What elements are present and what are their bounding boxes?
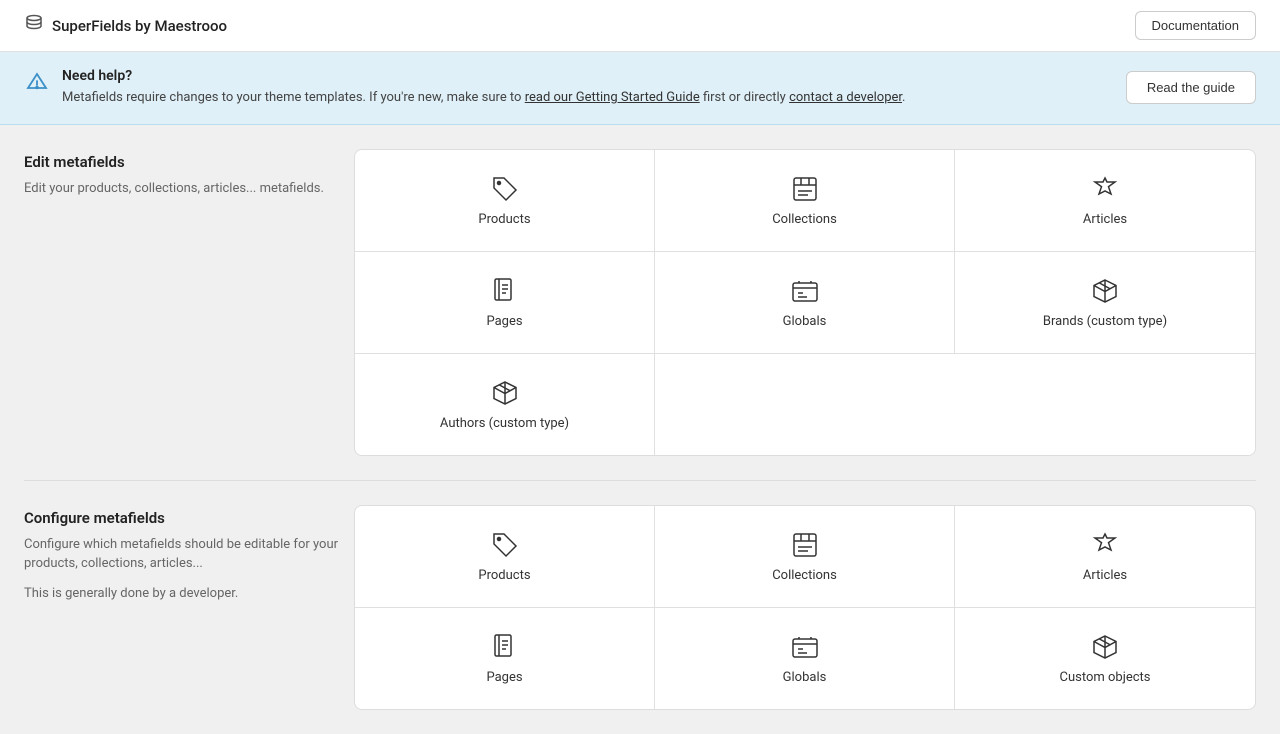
- edit-authors-label: Authors (custom type): [440, 416, 569, 431]
- edit-collections-label: Collections: [772, 212, 837, 227]
- configure-custom-objects-cell[interactable]: Custom objects: [955, 608, 1255, 709]
- edit-globals-cell[interactable]: Globals: [655, 252, 955, 354]
- edit-products-cell[interactable]: Products: [355, 150, 655, 252]
- configure-custom-objects-label: Custom objects: [1060, 670, 1151, 685]
- getting-started-link[interactable]: read our Getting Started Guide: [525, 90, 700, 105]
- header-left: SuperFields by Maestrooo: [24, 13, 227, 38]
- box-icon-brands: [1090, 276, 1120, 306]
- globals-icon-configure: [790, 632, 820, 662]
- configure-section-label: Configure metafields Configure which met…: [24, 505, 354, 604]
- configure-products-label: Products: [478, 568, 530, 583]
- configure-collections-label: Collections: [772, 568, 837, 583]
- configure-metafields-section: Configure metafields Configure which met…: [24, 505, 1256, 710]
- edit-metafields-section: Edit metafields Edit your products, coll…: [24, 149, 1256, 456]
- help-banner: Need help? Metafields require changes to…: [0, 52, 1280, 125]
- section-divider: [24, 480, 1256, 481]
- configure-section-desc2: This is generally done by a developer.: [24, 584, 354, 604]
- articles-icon-configure: [1090, 530, 1120, 560]
- configure-pages-label: Pages: [486, 670, 522, 685]
- configure-pages-cell[interactable]: Pages: [355, 608, 655, 709]
- edit-authors-cell[interactable]: Authors (custom type): [355, 354, 655, 455]
- app-header: SuperFields by Maestrooo Documentation: [0, 0, 1280, 52]
- app-title: SuperFields by Maestrooo: [52, 17, 227, 35]
- documentation-button[interactable]: Documentation: [1135, 11, 1256, 40]
- logo-icon: [24, 13, 44, 38]
- configure-collections-cell[interactable]: Collections: [655, 506, 955, 608]
- edit-pages-cell[interactable]: Pages: [355, 252, 655, 354]
- banner-description: Metafields require changes to your theme…: [62, 88, 905, 108]
- edit-collections-cell[interactable]: Collections: [655, 150, 955, 252]
- main-content: Edit metafields Edit your products, coll…: [0, 125, 1280, 734]
- edit-section-desc: Edit your products, collections, article…: [24, 179, 354, 199]
- collections-icon-configure: [790, 530, 820, 560]
- box-icon-authors: [490, 378, 520, 408]
- collections-icon: [790, 174, 820, 204]
- pages-icon-configure: [490, 632, 520, 662]
- box-icon-custom: [1090, 632, 1120, 662]
- edit-section-heading: Edit metafields: [24, 153, 354, 171]
- edit-pages-label: Pages: [486, 314, 522, 329]
- configure-globals-cell[interactable]: Globals: [655, 608, 955, 709]
- contact-developer-link[interactable]: contact a developer: [789, 90, 902, 105]
- edit-articles-cell[interactable]: Articles: [955, 150, 1255, 252]
- configure-grid-panel: Products Collections A: [354, 505, 1256, 710]
- configure-section-heading: Configure metafields: [24, 509, 354, 527]
- configure-grid: Products Collections A: [355, 506, 1255, 709]
- tag-icon-configure: [490, 530, 520, 560]
- edit-products-label: Products: [478, 212, 530, 227]
- configure-articles-label: Articles: [1083, 568, 1127, 583]
- banner-title: Need help?: [62, 68, 905, 84]
- edit-empty-1: [655, 354, 955, 455]
- configure-globals-label: Globals: [783, 670, 827, 685]
- edit-empty-2: [955, 354, 1255, 455]
- banner-content: Need help? Metafields require changes to…: [24, 68, 905, 108]
- edit-brands-label: Brands (custom type): [1043, 314, 1167, 329]
- configure-section-desc1: Configure which metafields should be edi…: [24, 535, 354, 574]
- edit-articles-label: Articles: [1083, 212, 1127, 227]
- pages-icon: [490, 276, 520, 306]
- read-guide-button[interactable]: Read the guide: [1126, 71, 1256, 104]
- configure-products-cell[interactable]: Products: [355, 506, 655, 608]
- edit-brands-cell[interactable]: Brands (custom type): [955, 252, 1255, 354]
- globals-icon: [790, 276, 820, 306]
- banner-text: Need help? Metafields require changes to…: [62, 68, 905, 108]
- edit-grid-panel: Products Collections A: [354, 149, 1256, 456]
- tag-icon: [490, 174, 520, 204]
- edit-globals-label: Globals: [783, 314, 827, 329]
- articles-icon: [1090, 174, 1120, 204]
- configure-articles-cell[interactable]: Articles: [955, 506, 1255, 608]
- edit-section-label: Edit metafields Edit your products, coll…: [24, 149, 354, 199]
- edit-grid: Products Collections A: [355, 150, 1255, 455]
- banner-icon: [24, 70, 50, 102]
